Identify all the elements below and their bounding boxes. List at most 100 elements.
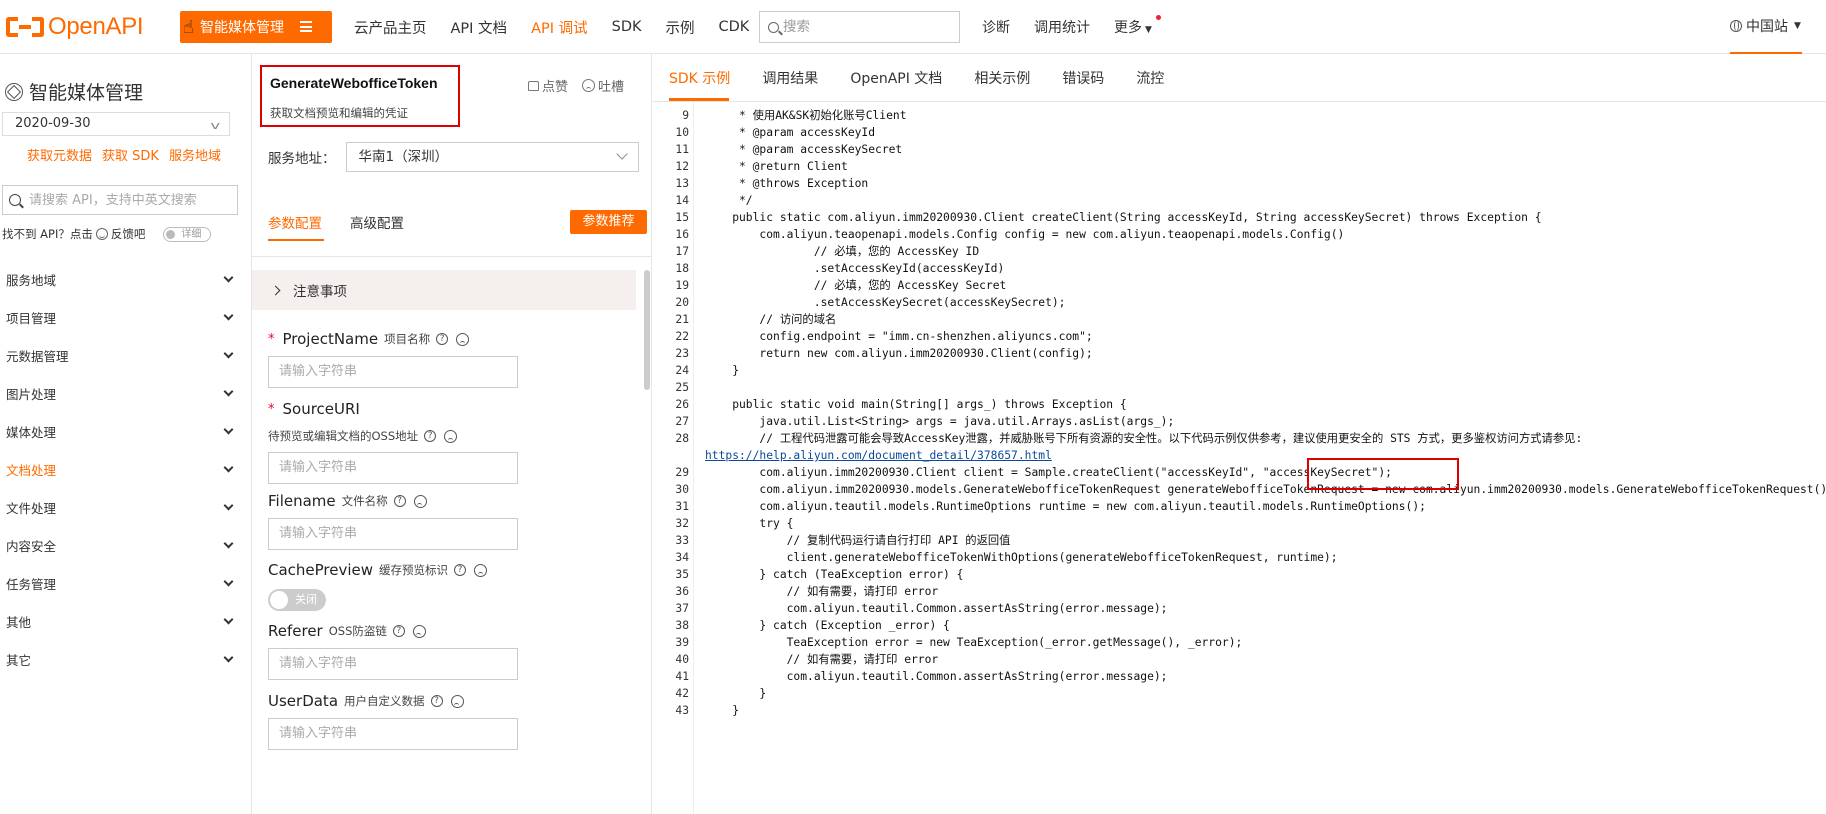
tab-param-config[interactable]: 参数配置 xyxy=(268,212,322,232)
nav-link-more[interactable]: 更多 ▼ xyxy=(1114,15,1161,37)
frown-icon[interactable] xyxy=(474,563,488,577)
help-icon[interactable]: ? xyxy=(424,430,437,442)
region-switch[interactable]: 中国站 ▼ xyxy=(1730,16,1801,36)
openapi-logo[interactable]: OpenAPI xyxy=(6,12,144,42)
hand-cursor-icon: ☝ xyxy=(183,17,194,38)
service-address-select[interactable]: 华南1（深圳） xyxy=(345,142,639,172)
category-item[interactable]: 项目管理 xyxy=(0,298,252,336)
chevron-down-icon xyxy=(223,538,234,548)
product-switch-button[interactable]: 智能媒体管理 xyxy=(180,11,332,43)
param-desc: 待预览或编辑文档的OSS地址 xyxy=(268,429,419,443)
category-item[interactable]: 服务地域 xyxy=(0,260,252,298)
code-editor[interactable]: 9 * 使用AK&SK初始化账号Client 10 * @param access… xyxy=(653,102,1826,814)
nav-link-cdk[interactable]: CDK xyxy=(719,19,750,35)
api-description: 获取文档预览和编辑的凭证 xyxy=(270,106,408,120)
nav-link-product-home[interactable]: 云产品主页 xyxy=(354,17,427,38)
category-label: 其它 xyxy=(6,652,32,668)
sourceuri-input[interactable]: 请输入字符串 xyxy=(268,452,518,484)
frown-icon[interactable] xyxy=(456,332,470,346)
param-referer: Referer OSS防盗链? 请输入字符串 xyxy=(268,622,628,680)
category-label: 文档处理 xyxy=(6,462,57,478)
product-button-label: 智能媒体管理 xyxy=(200,20,284,36)
category-item[interactable]: 媒体处理 xyxy=(0,412,252,450)
tab-error-codes[interactable]: 错误码 xyxy=(1062,68,1104,88)
category-item[interactable]: 任务管理 xyxy=(0,564,252,602)
nav-link-diagnose[interactable]: 诊断 xyxy=(982,17,1010,37)
tab-openapi-docs[interactable]: OpenAPI 文档 xyxy=(850,68,942,88)
api-search[interactable] xyxy=(2,185,238,215)
param-sub: OSS防盗链 xyxy=(328,624,387,638)
category-label: 文件处理 xyxy=(6,500,57,516)
frown-icon[interactable] xyxy=(450,694,464,708)
nav-link-sdk[interactable]: SDK xyxy=(612,19,642,35)
category-item[interactable]: 内容安全 xyxy=(0,526,252,564)
param-sub: 用户自定义数据 xyxy=(344,694,425,708)
feedback-link[interactable]: 反馈吧 xyxy=(111,226,146,242)
category-label: 其他 xyxy=(6,614,32,630)
frown-icon[interactable] xyxy=(413,494,427,508)
category-item[interactable]: 其他 xyxy=(0,602,252,640)
api-search-input[interactable] xyxy=(29,192,234,208)
category-item[interactable]: 文件处理 xyxy=(0,488,252,526)
cachepreview-switch[interactable]: 关闭 xyxy=(268,589,326,611)
notice-collapse[interactable]: 注意事项 xyxy=(252,270,636,310)
category-item[interactable]: 图片处理 xyxy=(0,374,252,412)
link-get-sdk[interactable]: 获取 SDK xyxy=(102,145,159,164)
like-row: 点赞 吐槽 xyxy=(528,76,624,95)
param-sourceuri: * SourceURI 待预览或编辑文档的OSS地址? 请输入字符串 xyxy=(268,400,628,484)
chevron-down-icon xyxy=(223,500,234,510)
detail-toggle[interactable]: 详细 xyxy=(163,226,212,242)
tab-advanced-config[interactable]: 高级配置 xyxy=(350,212,404,232)
like-button[interactable]: 点赞 xyxy=(542,76,568,95)
code-text: } xyxy=(705,704,740,717)
main-nav: 云产品主页 API 文档 API 调试 SDK 示例 CDK xyxy=(354,0,773,54)
link-get-metadata[interactable]: 获取元数据 xyxy=(27,145,92,164)
help-icon[interactable]: ? xyxy=(430,695,443,707)
help-icon[interactable]: ? xyxy=(392,625,405,637)
link-service-region[interactable]: 服务地域 xyxy=(169,145,221,164)
complain-button[interactable]: 吐槽 xyxy=(598,76,624,95)
scrollbar[interactable] xyxy=(644,270,650,390)
category-item-active[interactable]: 文档处理 xyxy=(0,450,252,488)
projectname-input[interactable]: 请输入字符串 xyxy=(268,356,518,388)
userdata-input[interactable]: 请输入字符串 xyxy=(268,718,518,750)
global-search-input[interactable] xyxy=(783,19,953,35)
category-item[interactable]: 其它 xyxy=(0,640,252,678)
switch-knob xyxy=(270,591,288,609)
chevron-down-icon xyxy=(223,576,234,586)
help-icon[interactable]: ? xyxy=(393,495,406,507)
caret-down-icon: ▼ xyxy=(1145,25,1152,35)
nav-link-api-docs[interactable]: API 文档 xyxy=(451,17,508,38)
param-sub: 缓存预览标识 xyxy=(379,563,449,577)
category-label: 服务地域 xyxy=(6,272,57,288)
nav-link-api-debug[interactable]: API 调试 xyxy=(531,17,588,38)
line-number: 43 xyxy=(675,704,689,717)
toggle-knob xyxy=(166,229,176,239)
param-panel: GenerateWebofficeToken 获取文档预览和编辑的凭证 点赞 吐… xyxy=(252,54,652,814)
tab-related-examples[interactable]: 相关示例 xyxy=(974,68,1030,88)
tab-call-result[interactable]: 调用结果 xyxy=(762,68,818,88)
version-select[interactable]: 2020-09-30 v xyxy=(2,112,230,136)
switch-label: 关闭 xyxy=(295,593,317,606)
api-name-highlight: GenerateWebofficeToken 获取文档预览和编辑的凭证 xyxy=(260,65,460,127)
quick-links: 获取元数据 获取 SDK 服务地域 xyxy=(27,145,231,164)
help-icon[interactable]: ? xyxy=(436,333,449,345)
category-item[interactable]: 元数据管理 xyxy=(0,336,252,374)
referer-input[interactable]: 请输入字符串 xyxy=(268,648,518,680)
tab-flow-control[interactable]: 流控 xyxy=(1136,68,1164,88)
global-search[interactable] xyxy=(759,11,960,43)
param-recommend-button[interactable]: 参数推荐 xyxy=(570,210,647,234)
filename-input[interactable]: 请输入字符串 xyxy=(268,518,518,550)
chevron-down-icon xyxy=(223,310,234,320)
frown-icon[interactable] xyxy=(412,624,426,638)
service-label: 服务地址： xyxy=(268,151,336,167)
notification-dot xyxy=(1155,15,1161,20)
frown-icon[interactable] xyxy=(444,429,458,443)
nav-link-call-stats[interactable]: 调用统计 xyxy=(1034,17,1090,37)
param-name: Filename xyxy=(268,492,336,510)
nav-link-examples[interactable]: 示例 xyxy=(666,17,695,38)
tab-sdk-example[interactable]: SDK 示例 xyxy=(669,68,730,88)
help-icon[interactable]: ? xyxy=(454,564,467,576)
menu-icon xyxy=(300,21,312,32)
code-line: 43 } xyxy=(653,701,1826,721)
